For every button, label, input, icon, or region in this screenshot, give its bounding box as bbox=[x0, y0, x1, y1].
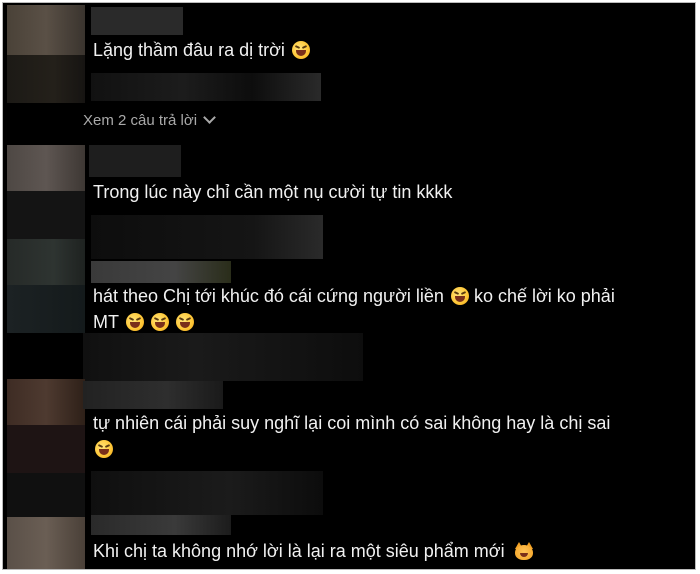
comment-1-body: Lặng thầm đâu ra dị trời bbox=[93, 40, 285, 60]
comment-3-line2: MT bbox=[93, 309, 194, 335]
comment-3-body: hát theo Chị tới khúc đó cái cứng người … bbox=[93, 286, 444, 306]
comment-3-line1: hát theo Chị tới khúc đó cái cứng người … bbox=[93, 283, 615, 309]
avatar-1b bbox=[7, 55, 85, 103]
grinning-cat-emoji-icon bbox=[514, 542, 534, 560]
view-replies-link[interactable]: Xem 2 câu trả lời bbox=[83, 111, 216, 131]
avatar-5[interactable] bbox=[7, 517, 85, 569]
rofl-emoji-icon bbox=[450, 287, 469, 305]
comment-2-text: Trong lúc này chỉ cần một nụ cười tự tin… bbox=[93, 179, 452, 205]
comments-panel: Lặng thầm đâu ra dị trời Xem 2 câu trả l… bbox=[2, 2, 696, 570]
rofl-emoji-icon bbox=[150, 313, 169, 331]
rofl-emoji-icon bbox=[125, 313, 144, 331]
avatar-3[interactable] bbox=[7, 239, 85, 285]
comment-4-body: tự nhiên cái phải suy nghĩ lại coi mình … bbox=[93, 413, 611, 433]
rofl-emoji-icon bbox=[175, 313, 194, 331]
comment-2-body: Trong lúc này chỉ cần một nụ cười tự tin… bbox=[93, 182, 453, 202]
comment-5-body: Khi chị ta không nhớ lời là lại ra một s… bbox=[93, 541, 505, 561]
comment-1-text: Lặng thầm đâu ra dị trời bbox=[93, 37, 310, 63]
avatar-2[interactable] bbox=[7, 145, 85, 191]
comment-3-tail: ko chế lời ko phải bbox=[473, 286, 615, 306]
username-blur-1[interactable] bbox=[91, 7, 183, 35]
comment-5-text: Khi chị ta không nhớ lời là lại ra một s… bbox=[93, 538, 534, 564]
username-blur-2[interactable] bbox=[89, 145, 181, 177]
username-blur-5[interactable] bbox=[91, 515, 231, 535]
comment-4-line1: tự nhiên cái phải suy nghĩ lại coi mình … bbox=[93, 410, 610, 436]
chevron-down-icon bbox=[203, 111, 216, 124]
avatar-4[interactable] bbox=[7, 379, 85, 425]
rofl-emoji-icon bbox=[95, 440, 113, 458]
rofl-emoji-icon bbox=[291, 41, 310, 59]
comment-4-line2 bbox=[93, 436, 113, 462]
view-replies-label: Xem 2 câu trả lời bbox=[83, 112, 198, 129]
username-blur-3[interactable] bbox=[91, 261, 231, 283]
username-blur-4[interactable] bbox=[83, 381, 223, 409]
avatar-1[interactable] bbox=[7, 5, 85, 55]
comment-3-line2-text: MT bbox=[93, 312, 119, 332]
